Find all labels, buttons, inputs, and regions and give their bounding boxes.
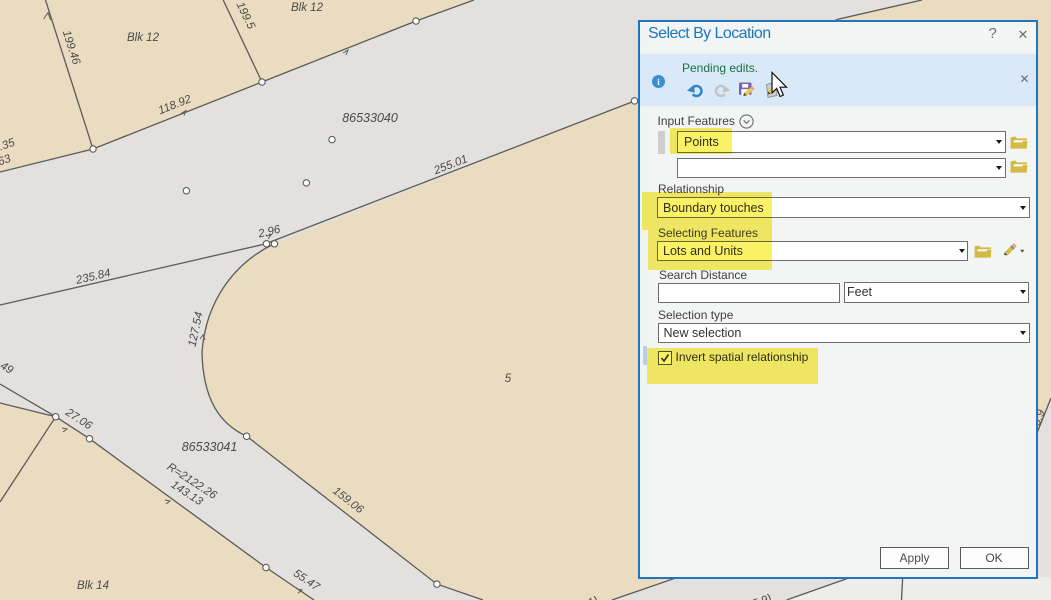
svg-text:86533041: 86533041 xyxy=(182,440,238,454)
svg-text:Blk 12: Blk 12 xyxy=(127,32,160,44)
svg-text:86533040: 86533040 xyxy=(342,111,398,125)
svg-text:Blk 14: Blk 14 xyxy=(77,580,109,592)
svg-text:5: 5 xyxy=(505,373,512,385)
svg-text:Blk 12: Blk 12 xyxy=(291,2,324,14)
